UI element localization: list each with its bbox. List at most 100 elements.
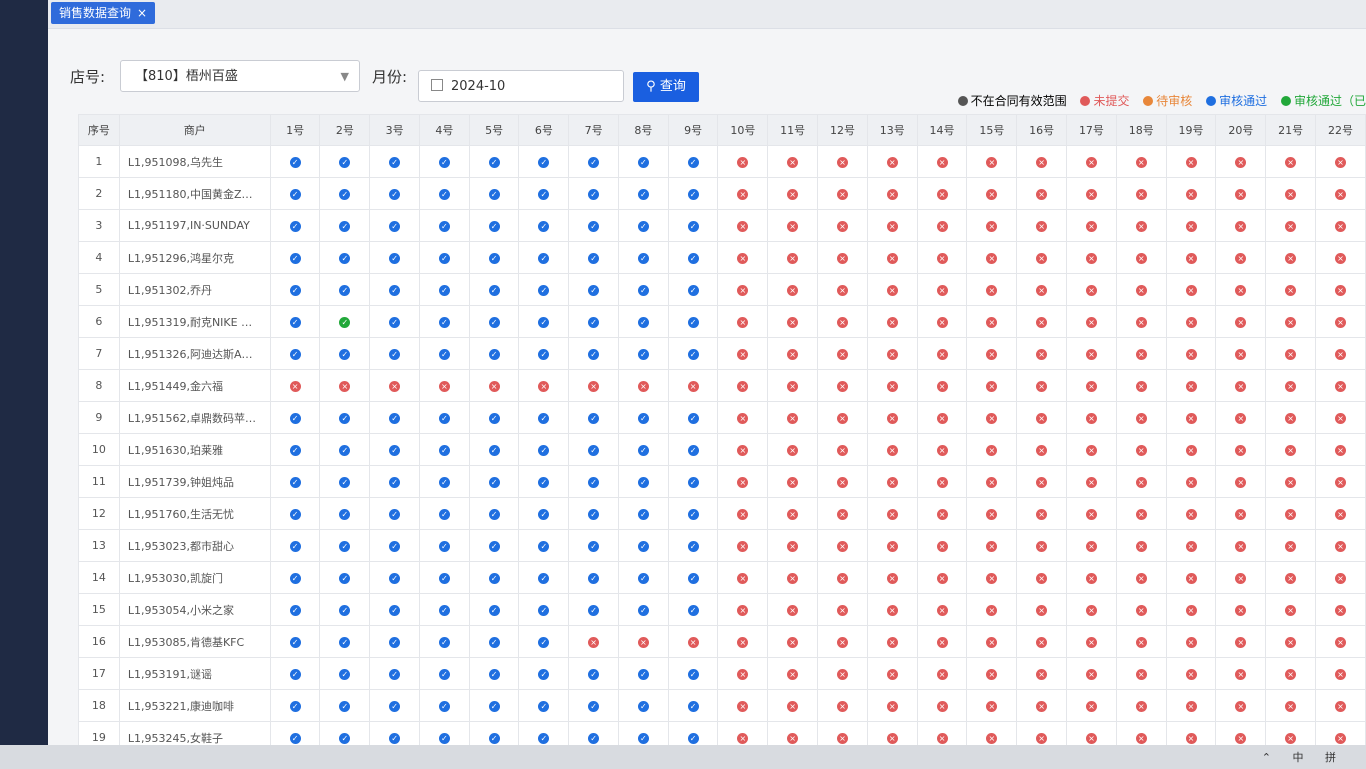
status-cell[interactable]: [667, 433, 719, 466]
status-cell[interactable]: [667, 177, 719, 210]
status-cell[interactable]: [1066, 273, 1117, 306]
status-cell[interactable]: [767, 497, 819, 530]
status-cell[interactable]: [568, 561, 619, 594]
status-cell[interactable]: [319, 689, 371, 722]
status-cell[interactable]: [1215, 273, 1267, 306]
status-cell[interactable]: [269, 433, 321, 466]
status-cell[interactable]: [1066, 145, 1117, 178]
chevron-up-icon[interactable]: ⌃: [1262, 751, 1271, 764]
status-cell[interactable]: [916, 145, 968, 178]
status-cell[interactable]: [1215, 209, 1267, 242]
status-cell[interactable]: [468, 593, 520, 626]
status-cell[interactable]: [269, 625, 321, 658]
status-cell[interactable]: [916, 273, 968, 306]
status-cell[interactable]: [1165, 433, 1217, 466]
status-cell[interactable]: [568, 337, 619, 370]
status-cell[interactable]: [269, 689, 321, 722]
status-cell[interactable]: [667, 721, 719, 745]
status-cell[interactable]: [269, 337, 321, 370]
status-cell[interactable]: [1066, 177, 1117, 210]
status-cell[interactable]: [418, 593, 470, 626]
status-cell[interactable]: [767, 561, 819, 594]
status-cell[interactable]: [418, 273, 470, 306]
status-cell[interactable]: [817, 465, 868, 498]
status-cell[interactable]: [617, 369, 669, 402]
status-cell[interactable]: [1115, 305, 1167, 338]
status-cell[interactable]: [866, 401, 918, 434]
status-cell[interactable]: [468, 561, 520, 594]
status-cell[interactable]: [617, 529, 669, 562]
status-cell[interactable]: [617, 177, 669, 210]
status-cell[interactable]: [617, 273, 669, 306]
status-cell[interactable]: [767, 657, 819, 690]
status-cell[interactable]: [418, 145, 470, 178]
status-cell[interactable]: [518, 241, 570, 274]
status-cell[interactable]: [369, 273, 420, 306]
status-cell[interactable]: [1016, 209, 1068, 242]
status-cell[interactable]: [1215, 433, 1267, 466]
status-cell[interactable]: [1315, 145, 1366, 178]
status-cell[interactable]: [667, 305, 719, 338]
status-cell[interactable]: [418, 465, 470, 498]
status-cell[interactable]: [866, 209, 918, 242]
status-cell[interactable]: [269, 657, 321, 690]
status-cell[interactable]: [468, 465, 520, 498]
status-cell[interactable]: [1165, 657, 1217, 690]
status-cell[interactable]: [817, 561, 868, 594]
status-cell[interactable]: [767, 433, 819, 466]
status-cell[interactable]: [617, 657, 669, 690]
status-cell[interactable]: [966, 241, 1018, 274]
status-cell[interactable]: [269, 721, 321, 745]
status-cell[interactable]: [1016, 273, 1068, 306]
status-cell[interactable]: [568, 305, 619, 338]
status-cell[interactable]: [1165, 593, 1217, 626]
status-cell[interactable]: [966, 689, 1018, 722]
status-cell[interactable]: [717, 497, 769, 530]
status-cell[interactable]: [817, 273, 868, 306]
status-cell[interactable]: [568, 529, 619, 562]
status-cell[interactable]: [1315, 209, 1366, 242]
status-cell[interactable]: [269, 177, 321, 210]
status-cell[interactable]: [468, 529, 520, 562]
status-cell[interactable]: [717, 177, 769, 210]
status-cell[interactable]: [617, 497, 669, 530]
ime-language[interactable]: 中: [1293, 751, 1304, 764]
status-cell[interactable]: [1315, 465, 1366, 498]
status-cell[interactable]: [1265, 689, 1317, 722]
status-cell[interactable]: [468, 721, 520, 745]
status-cell[interactable]: [1115, 465, 1167, 498]
status-cell[interactable]: [518, 209, 570, 242]
status-cell[interactable]: [916, 433, 968, 466]
status-cell[interactable]: [418, 337, 470, 370]
status-cell[interactable]: [817, 721, 868, 745]
status-cell[interactable]: [866, 593, 918, 626]
status-cell[interactable]: [468, 433, 520, 466]
status-cell[interactable]: [319, 593, 371, 626]
status-cell[interactable]: [1115, 145, 1167, 178]
status-cell[interactable]: [1115, 209, 1167, 242]
status-cell[interactable]: [667, 369, 719, 402]
status-cell[interactable]: [667, 657, 719, 690]
status-cell[interactable]: [1265, 305, 1317, 338]
status-cell[interactable]: [1165, 401, 1217, 434]
status-cell[interactable]: [617, 145, 669, 178]
status-cell[interactable]: [468, 497, 520, 530]
status-cell[interactable]: [418, 369, 470, 402]
status-cell[interactable]: [418, 433, 470, 466]
status-cell[interactable]: [916, 497, 968, 530]
status-cell[interactable]: [518, 625, 570, 658]
status-cell[interactable]: [916, 209, 968, 242]
status-cell[interactable]: [916, 241, 968, 274]
status-cell[interactable]: [1115, 433, 1167, 466]
status-cell[interactable]: [1115, 721, 1167, 745]
status-cell[interactable]: [966, 593, 1018, 626]
status-cell[interactable]: [966, 721, 1018, 745]
status-cell[interactable]: [319, 721, 371, 745]
status-cell[interactable]: [1265, 465, 1317, 498]
status-cell[interactable]: [369, 529, 420, 562]
tab-sales-query[interactable]: 销售数据查询 ×: [51, 2, 156, 24]
status-cell[interactable]: [1215, 497, 1267, 530]
status-cell[interactable]: [717, 689, 769, 722]
status-cell[interactable]: [468, 241, 520, 274]
status-cell[interactable]: [369, 593, 420, 626]
